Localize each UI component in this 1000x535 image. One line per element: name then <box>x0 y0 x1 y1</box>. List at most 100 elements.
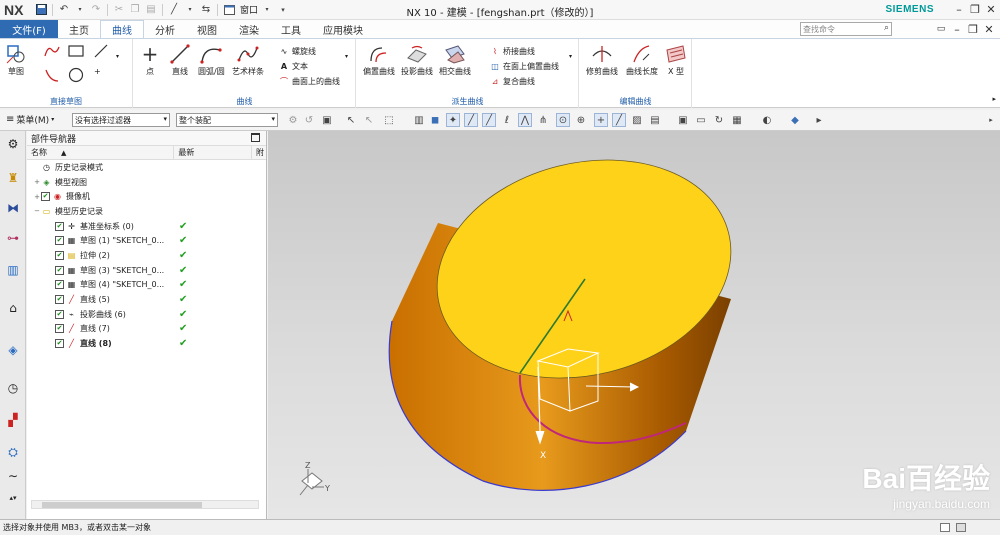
roles-icon[interactable]: ∼ <box>4 467 22 485</box>
snap-line-icon[interactable]: ╱ <box>464 113 478 127</box>
restore-icon[interactable]: ❐ <box>968 2 982 16</box>
table-row[interactable]: + ✔ ◉ 摄像机 <box>27 189 266 204</box>
tab-analysis[interactable]: 分析 <box>144 20 186 38</box>
status-icon[interactable] <box>940 523 950 532</box>
table-row[interactable]: ✔ ▦ 草图 (3) "SKETCH_0... ✔ <box>27 263 266 278</box>
table-row[interactable]: ✔ ✛ 基准坐标系 (0) ✔ <box>27 219 266 234</box>
column-name[interactable]: 名称 ▲ <box>27 146 175 159</box>
toolbar-expand-icon[interactable]: ▸ <box>984 113 998 127</box>
body-select-icon[interactable]: ◼ <box>428 113 442 127</box>
selection-scope-select[interactable]: 整个装配 ▾ <box>176 113 278 127</box>
visibility-checkbox[interactable]: ✔ <box>55 295 64 305</box>
scroll-arrows-icon[interactable]: ▴▾ <box>4 489 22 507</box>
cut-icon[interactable]: ✂ <box>112 3 126 17</box>
snap-on-face-icon[interactable]: ▨ <box>630 113 644 127</box>
bridge-curve-button[interactable]: ⌇ 桥接曲线 <box>489 45 535 57</box>
snap-center-icon[interactable]: ⊙ <box>556 113 570 127</box>
offset-in-face-button[interactable]: ◫ 在面上偏置曲线 <box>489 60 559 72</box>
visibility-checkbox[interactable]: ✔ <box>41 192 50 202</box>
sketch-button[interactable]: 草图 <box>4 42 28 77</box>
hide-show-icon[interactable]: ▸ <box>812 113 826 127</box>
snap-intersection-icon[interactable]: ⋔ <box>536 113 550 127</box>
view-triad[interactable]: Z Y <box>299 461 330 496</box>
maximize-icon[interactable] <box>251 133 260 142</box>
help-icon[interactable]: ▭ <box>934 22 948 36</box>
sketch-circle-icon[interactable] <box>68 67 84 83</box>
intersection-curve-button[interactable]: 相交曲线 <box>439 42 471 77</box>
constraint-navigator-icon[interactable]: ⧓ <box>4 199 22 217</box>
view-orient-icon[interactable]: ▦ <box>730 113 744 127</box>
tab-view[interactable]: 视图 <box>186 20 228 38</box>
table-row[interactable]: − ▭ 模型历史记录 <box>27 204 266 219</box>
tab-render[interactable]: 渲染 <box>228 20 270 38</box>
part-navigator-icon[interactable]: ⊶ <box>4 229 22 247</box>
snap-line-icon-2[interactable]: ╱ <box>482 113 496 127</box>
table-row[interactable]: ✔ ╱ 直线 (7) ✔ <box>27 322 266 337</box>
close-doc-icon[interactable]: ✕ <box>982 22 996 36</box>
trim-curve-button[interactable]: 修剪曲线 <box>586 42 618 77</box>
table-row[interactable]: ✔ ╱ 直线 (5) ✔ <box>27 292 266 307</box>
dropdown-icon[interactable]: ▾ <box>260 3 274 17</box>
visibility-checkbox[interactable]: ✔ <box>55 339 64 349</box>
point-button[interactable]: + 点 <box>138 42 162 77</box>
reuse-library-icon[interactable]: ▥ <box>4 261 22 279</box>
line-button[interactable]: 直线 <box>168 42 192 77</box>
table-row[interactable]: ✔ ▦ 草图 (1) "SKETCH_0... ✔ <box>27 233 266 248</box>
helix-button[interactable]: ∿ 螺旋线 <box>278 45 316 57</box>
tab-file[interactable]: 文件(F) <box>0 20 58 38</box>
history-icon[interactable]: ◷ <box>4 379 22 397</box>
minimize-doc-icon[interactable]: – <box>950 22 964 36</box>
reset-icon[interactable]: ↺ <box>302 113 316 127</box>
visibility-checkbox[interactable]: ✔ <box>55 280 64 290</box>
column-latest[interactable]: 最新 <box>174 146 253 159</box>
snap-on-curve-icon[interactable]: ╱ <box>612 113 626 127</box>
sketch-arc-icon[interactable] <box>44 67 60 83</box>
table-row[interactable]: ✔ ▦ 草图 (4) "SKETCH_0... ✔ <box>27 278 266 293</box>
studio-spline-button[interactable]: 艺术样条 <box>232 42 264 77</box>
view-rotate-icon[interactable]: ↻ <box>712 113 726 127</box>
settings-icon[interactable]: ⚙ <box>4 135 22 153</box>
cursor-icon[interactable]: ↖ <box>344 113 358 127</box>
tab-home[interactable]: 主页 <box>58 20 100 38</box>
visibility-checkbox[interactable]: ✔ <box>55 324 64 334</box>
graphics-window[interactable]: X Z Y Bai百经验 jingyan.baidu.com <box>268 131 1000 519</box>
deselect-icon[interactable]: ↖ <box>362 113 376 127</box>
snap-existing-point-icon[interactable]: + <box>594 113 608 127</box>
sketch-point-icon[interactable]: + <box>94 67 101 76</box>
scroll-thumb[interactable] <box>42 502 202 508</box>
status-icon-2[interactable] <box>956 523 966 532</box>
line-tool-icon[interactable]: ╱ <box>167 3 181 17</box>
x-form-button[interactable]: X 型 <box>664 42 688 77</box>
process-studio-icon[interactable]: ⛭ <box>4 443 22 461</box>
web-browser-icon[interactable]: ◈ <box>4 341 22 359</box>
ribbon-expand-icon[interactable]: ▸ <box>992 95 996 103</box>
visibility-checkbox[interactable]: ✔ <box>55 221 64 231</box>
system-materials-icon[interactable]: ▞ <box>4 411 22 429</box>
snap-quadrant-icon[interactable]: ⊕ <box>574 113 588 127</box>
snap-bounded-icon[interactable]: ▤ <box>648 113 662 127</box>
menu-button[interactable]: ≡ 菜单(M) ▾ <box>6 113 54 126</box>
composite-curve-button[interactable]: ⊿ 复合曲线 <box>489 75 535 87</box>
restore-doc-icon[interactable]: ❐ <box>966 22 980 36</box>
more-icon[interactable]: ▾ <box>116 53 119 60</box>
more-icon[interactable]: ▾ <box>345 53 348 60</box>
rectangle-select-icon[interactable]: ⬚ <box>382 113 396 127</box>
snap-control-icon[interactable]: ⋀ <box>518 113 532 127</box>
command-search-input[interactable]: 查找命令 ⌕ <box>800 22 892 36</box>
visibility-checkbox[interactable]: ✔ <box>55 236 64 246</box>
repeat-command-icon[interactable]: ⇆ <box>199 3 213 17</box>
sketch-line-icon[interactable] <box>94 44 108 58</box>
window-icon[interactable] <box>222 3 236 17</box>
table-row[interactable]: ✔ ⌁ 投影曲线 (6) ✔ <box>27 307 266 322</box>
expand-toggle-icon[interactable]: + <box>33 193 41 201</box>
expand-toggle-icon[interactable]: − <box>33 207 41 215</box>
table-row[interactable]: + ◈ 模型视图 <box>27 175 266 190</box>
column-extra[interactable]: 附 <box>252 146 266 159</box>
minimize-icon[interactable]: – <box>952 2 966 16</box>
copy-icon[interactable]: ❐ <box>128 3 142 17</box>
table-row[interactable]: ✔ ╱ 直线 (8) ✔ <box>27 336 266 351</box>
curve-on-surface-button[interactable]: ⌒ 曲面上的曲线 <box>278 75 340 87</box>
redo-icon[interactable]: ↷ <box>89 3 103 17</box>
paste-icon[interactable]: ▤ <box>144 3 158 17</box>
dropdown-icon[interactable]: ▾ <box>183 3 197 17</box>
